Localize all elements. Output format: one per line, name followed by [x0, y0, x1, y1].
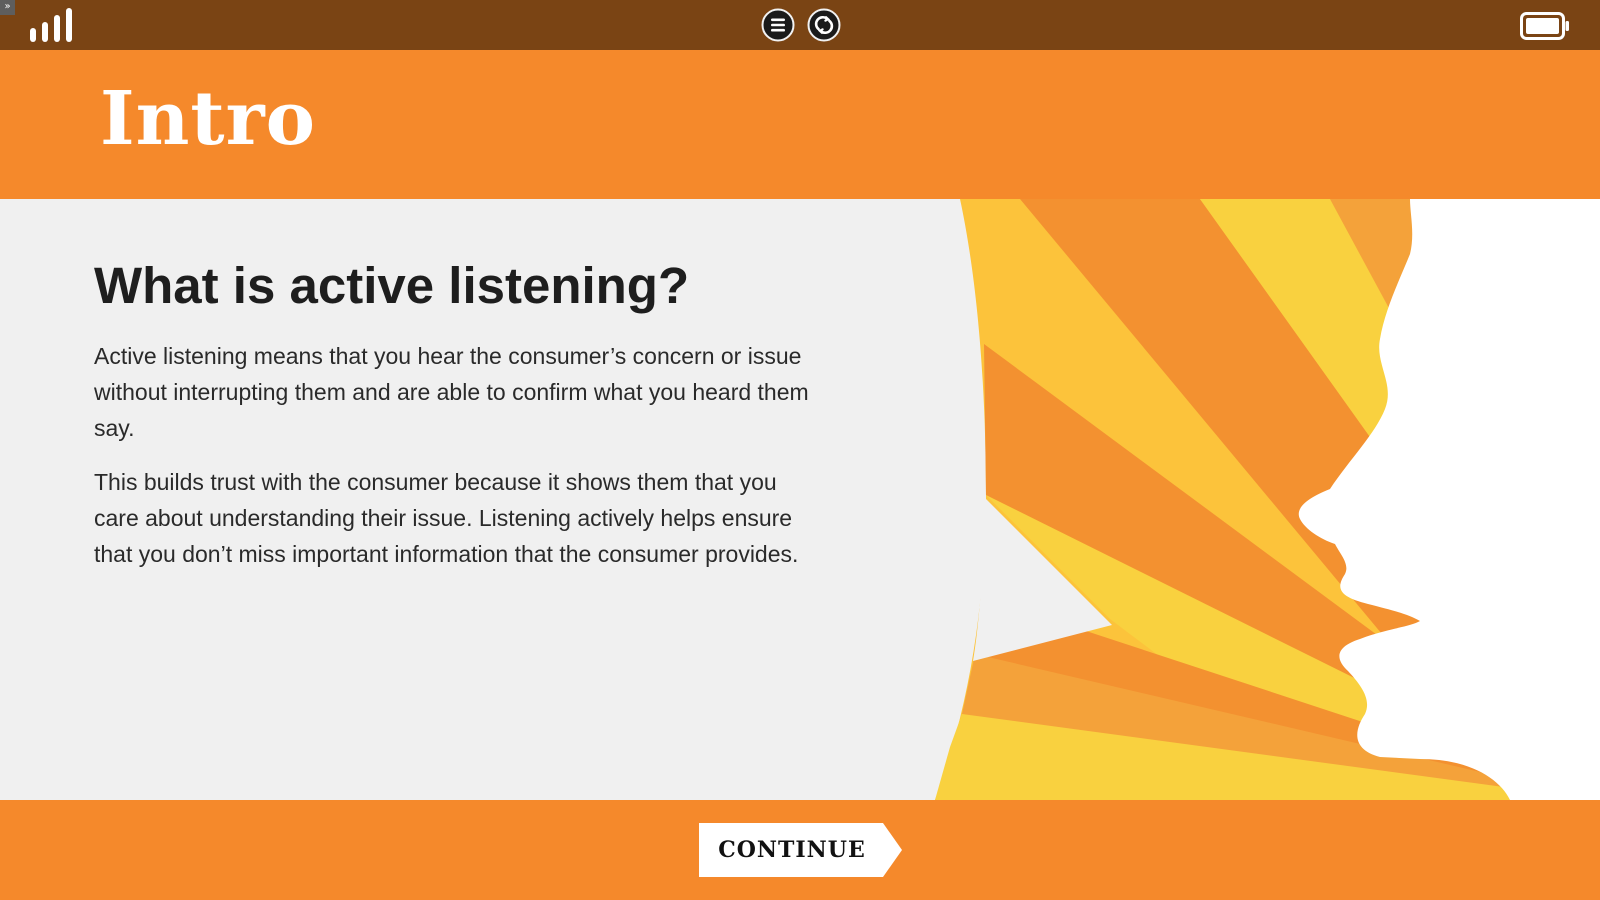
section-title: Intro — [100, 76, 316, 162]
expand-icon[interactable]: » — [0, 0, 15, 15]
menu-button[interactable] — [761, 8, 795, 42]
content-heading: What is active listening? — [94, 257, 690, 314]
signal-strength-icon — [30, 8, 72, 42]
content-area: What is active listening? Active listeni… — [0, 199, 1600, 800]
top-controls — [761, 8, 843, 42]
top-bar: » — [0, 0, 1600, 50]
course-slide: » Intro What is active listening? Active… — [0, 0, 1600, 900]
body-paragraph: Active listening means that you hear the… — [94, 343, 809, 441]
menu-icon — [771, 18, 785, 32]
battery-icon — [1520, 12, 1569, 40]
body-paragraph: This builds trust with the consumer beca… — [94, 469, 799, 567]
continue-button[interactable]: CONTINUE — [699, 823, 903, 877]
restart-button[interactable] — [807, 8, 841, 42]
continue-label: CONTINUE — [718, 837, 866, 863]
